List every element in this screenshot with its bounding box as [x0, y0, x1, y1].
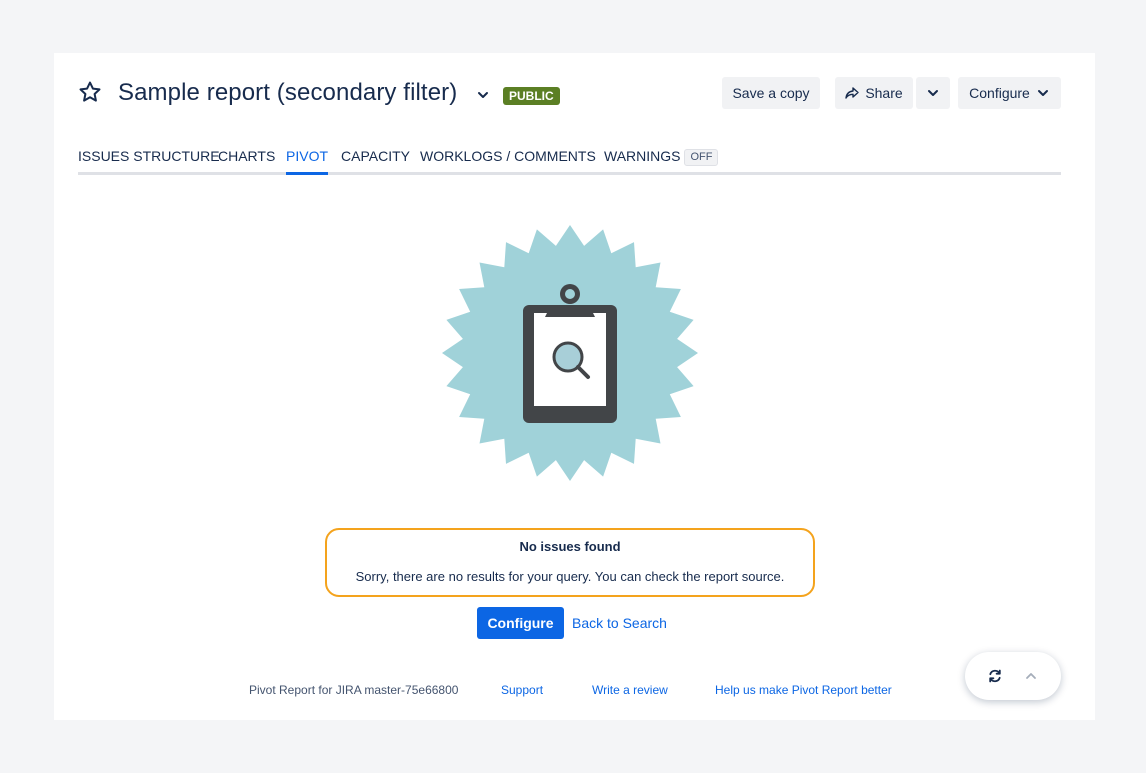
report-tabs: ISSUES STRUCTURE CHARTS PIVOT CAPACITY W…	[78, 147, 1061, 175]
report-header: Sample report (secondary filter) PUBLIC …	[78, 77, 1061, 111]
tab-capacity[interactable]: CAPACITY	[341, 147, 410, 175]
tab-worklogs-comments[interactable]: WORKLOGS / COMMENTS	[420, 147, 596, 175]
share-more-button[interactable]	[916, 77, 950, 109]
tab-charts[interactable]: CHARTS	[218, 147, 275, 175]
empty-state-illustration	[442, 225, 698, 481]
configure-button[interactable]: Configure	[477, 607, 564, 639]
back-to-search-link[interactable]: Back to Search	[572, 615, 667, 631]
save-copy-button[interactable]: Save a copy	[722, 77, 820, 109]
clipboard-search-icon	[442, 225, 698, 481]
no-results-notice: No issues found Sorry, there are no resu…	[325, 528, 815, 597]
chevron-down-icon[interactable]	[476, 88, 490, 102]
star-icon[interactable]	[78, 80, 102, 104]
chevron-down-icon	[1036, 86, 1050, 100]
share-button[interactable]: Share	[835, 77, 913, 109]
page-title: Sample report (secondary filter)	[118, 79, 458, 106]
footer-feedback-link[interactable]: Help us make Pivot Report better	[715, 683, 892, 697]
chevron-up-icon[interactable]	[1021, 666, 1041, 686]
refresh-icon[interactable]	[985, 666, 1005, 686]
warnings-off-badge: OFF	[684, 149, 719, 166]
report-card: Sample report (secondary filter) PUBLIC …	[54, 53, 1095, 720]
share-icon	[845, 86, 860, 100]
visibility-badge: PUBLIC	[503, 87, 560, 105]
tab-warnings-label: WARNINGS	[604, 148, 681, 164]
tab-pivot[interactable]: PIVOT	[286, 147, 329, 175]
tab-issues-structure[interactable]: ISSUES STRUCTURE	[78, 147, 220, 175]
footer-support-link[interactable]: Support	[501, 683, 543, 697]
share-label: Share	[865, 85, 903, 101]
notice-title: No issues found	[519, 539, 621, 554]
notice-message: Sorry, there are no results for your que…	[355, 569, 785, 584]
configure-menu-button[interactable]: Configure	[958, 77, 1061, 109]
chevron-down-icon	[926, 86, 940, 100]
footer-review-link[interactable]: Write a review	[592, 683, 668, 697]
configure-label: Configure	[969, 85, 1030, 101]
floating-actions	[965, 652, 1061, 700]
tab-warnings[interactable]: WARNINGS OFF	[604, 147, 719, 175]
footer-version: Pivot Report for JIRA master-75e66800	[249, 683, 459, 697]
